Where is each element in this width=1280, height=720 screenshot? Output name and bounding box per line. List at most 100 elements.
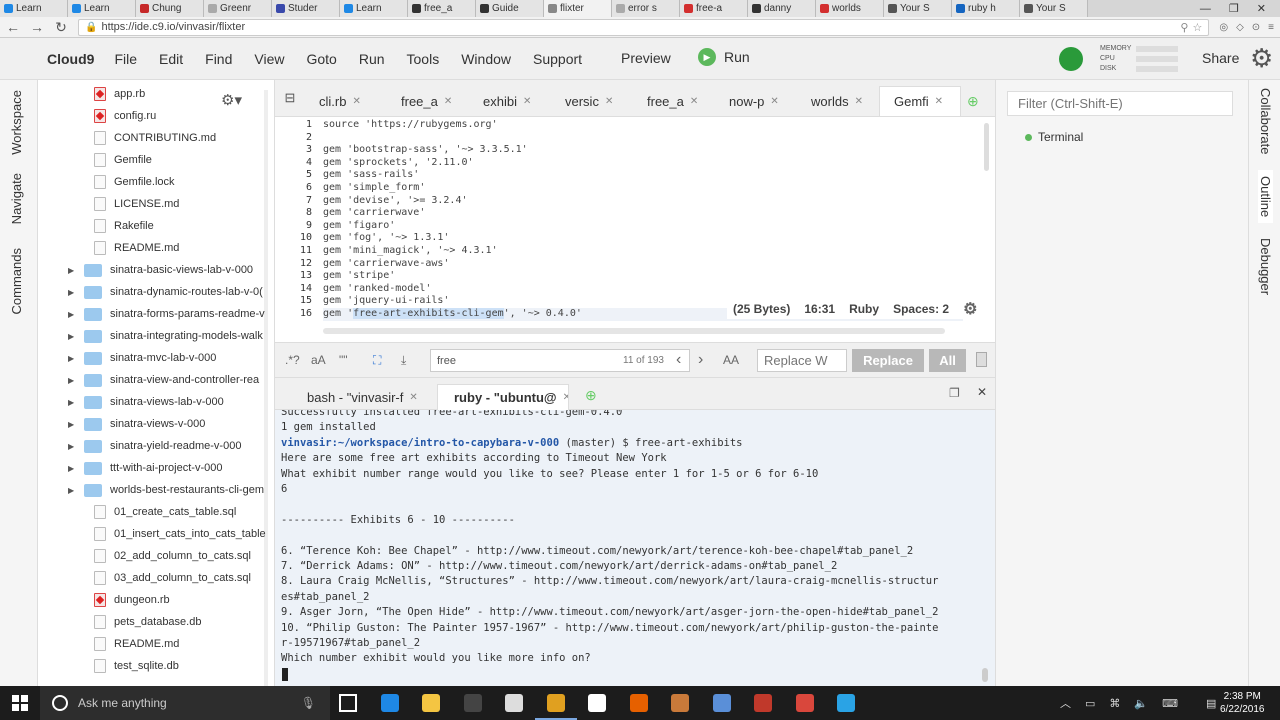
code-line[interactable]: gem 'devise', '>= 3.2.4' [323, 195, 963, 208]
tree-file[interactable]: pets_database.db [94, 611, 201, 633]
browser-tab[interactable]: ruby h [952, 0, 1020, 17]
outline-item-terminal[interactable]: Terminal [1025, 130, 1083, 144]
edge-icon[interactable] [380, 694, 399, 712]
tab-collaborate[interactable]: Collaborate [1258, 88, 1273, 155]
browser-tab[interactable]: Chung [136, 0, 204, 17]
code-line[interactable]: gem 'sprockets', '2.11.0' [323, 157, 963, 170]
extension-icon[interactable]: ◇ [1236, 22, 1244, 33]
find-previous-icon[interactable]: ‹ [676, 351, 681, 369]
cursor-position[interactable]: 16:31 [804, 302, 835, 316]
close-icon[interactable]: ✕ [444, 96, 452, 107]
expand-arrow-icon[interactable]: ▶ [68, 354, 76, 363]
menu-find[interactable]: Find [205, 51, 232, 67]
forward-icon[interactable]: → [30, 19, 44, 35]
tree-folder[interactable]: ▶ sinatra-basic-views-lab-v-000 [68, 259, 253, 281]
tree-folder[interactable]: ▶ sinatra-mvc-lab-v-000 [68, 347, 216, 369]
tree-folder[interactable]: ▶ sinatra-integrating-models-walk [68, 325, 263, 347]
tree-file[interactable]: 03_add_column_to_cats.sql [94, 567, 251, 589]
home-icon[interactable] [588, 694, 606, 712]
bookmark-star-icon[interactable]: ☆ [1192, 21, 1202, 34]
tab-workspace[interactable]: Workspace [9, 90, 24, 155]
network-icon[interactable] [712, 694, 731, 712]
expand-arrow-icon[interactable]: ▶ [68, 420, 76, 429]
menu-file[interactable]: File [114, 51, 137, 67]
editor-tab[interactable]: free_a ✕ [633, 86, 715, 116]
close-icon[interactable]: ✕ [605, 96, 613, 107]
resource-meters[interactable]: MEMORY CPU DISK [1100, 44, 1178, 74]
code-editor[interactable]: 1 2 3 4 5 6 7 8 9 10 11 12 13 14 15 16 source 'https://… [275, 117, 995, 342]
editor-tab[interactable]: now-p ✕ [715, 86, 797, 116]
firefox-icon[interactable] [629, 694, 648, 712]
browser-tab[interactable]: flixter [544, 0, 612, 17]
tree-file[interactable]: Gemfile.lock [94, 171, 175, 193]
code-line[interactable]: gem 'figaro' [323, 220, 963, 233]
preserve-case-toggle[interactable]: AA [723, 353, 739, 367]
reload-icon[interactable]: ↻ [54, 19, 68, 36]
expand-arrow-icon[interactable]: ▶ [68, 442, 76, 451]
menu-icon[interactable]: ≡ [1268, 22, 1274, 33]
tree-file[interactable]: 02_add_column_to_cats.sql [94, 545, 251, 567]
browser-tab[interactable]: free-a [680, 0, 748, 17]
code-line[interactable]: gem 'sass-rails' [323, 169, 963, 182]
back-icon[interactable]: ← [6, 19, 20, 35]
browser-tab[interactable]: worlds [816, 0, 884, 17]
app-brand[interactable]: Cloud9 [47, 51, 94, 67]
tab-bash-terminal[interactable]: bash - "vinvasir-f ✕ [291, 384, 423, 410]
task-view-icon[interactable] [339, 694, 357, 712]
skype-icon[interactable] [837, 694, 855, 712]
browser-tab[interactable]: error s [612, 0, 680, 17]
close-window-icon[interactable]: ✕ [1257, 2, 1266, 15]
settings-gear-icon[interactable]: ⚙ [1250, 45, 1273, 71]
network-icon[interactable]: ⌘ [1109, 697, 1120, 710]
maximize-panel-icon[interactable]: ❐ [949, 386, 960, 400]
expand-arrow-icon[interactable]: ▶ [68, 288, 76, 297]
tree-file[interactable]: Gemfile [94, 149, 152, 171]
indent-setting[interactable]: Spaces: 2 [893, 302, 949, 316]
menu-run[interactable]: Run [359, 51, 385, 67]
tab-ruby-terminal[interactable]: ruby - "ubuntu@ ✕ [437, 384, 569, 410]
editor-tab[interactable]: worlds ✕ [797, 86, 879, 116]
tree-file[interactable]: Rakefile [94, 215, 154, 237]
browser-tab[interactable]: free_a [408, 0, 476, 17]
tree-scrollbar[interactable] [264, 90, 268, 686]
tree-file[interactable]: LICENSE.md [94, 193, 179, 215]
store-icon[interactable] [505, 694, 523, 712]
code-line[interactable]: gem 'fog', '~> 1.3.1' [323, 232, 963, 245]
regex-toggle[interactable]: .*? [285, 353, 300, 367]
tree-folder[interactable]: ▶ sinatra-views-v-000 [68, 413, 205, 435]
taskbar-clock[interactable]: 2:38 PM 6/22/2016 [1220, 690, 1265, 716]
browser-tab[interactable]: Studer [272, 0, 340, 17]
tree-file[interactable]: README.md [94, 237, 179, 259]
mail-icon[interactable] [795, 694, 814, 712]
show-hidden-icons-icon[interactable]: ︿ [1060, 695, 1071, 711]
menu-goto[interactable]: Goto [306, 51, 336, 67]
menu-view[interactable]: View [254, 51, 284, 67]
editor-tab[interactable]: Gemfi ✕ [879, 86, 961, 116]
expand-arrow-icon[interactable]: ▶ [68, 332, 76, 341]
windows-start-icon[interactable] [12, 695, 28, 711]
close-panel-icon[interactable]: ✕ [977, 385, 987, 399]
address-bar[interactable]: 🔒 https://ide.c9.io/vinvasir/flixter ⚲ ☆ [78, 18, 1210, 36]
tab-outline[interactable]: Outline [1258, 170, 1273, 224]
volume-icon[interactable]: 🔈 [1134, 697, 1148, 710]
close-icon[interactable]: ✕ [352, 96, 360, 107]
browser-tab[interactable]: Your S [884, 0, 952, 17]
close-icon[interactable]: ✕ [855, 96, 863, 107]
close-icon[interactable]: ✕ [563, 392, 568, 403]
microphone-icon[interactable]: 🎙 [301, 696, 316, 710]
menu-support[interactable]: Support [533, 51, 582, 67]
expand-arrow-icon[interactable]: ▶ [68, 266, 76, 275]
extension-icon[interactable]: ◎ [1219, 22, 1228, 33]
browser-tab[interactable]: Learn [68, 0, 136, 17]
tree-folder[interactable]: ▶ ttt-with-ai-project-v-000 [68, 457, 222, 479]
tree-settings-gear-icon[interactable]: ⚙▾ [221, 91, 242, 109]
browser-tab[interactable]: Guide [476, 0, 544, 17]
close-icon[interactable]: ✕ [770, 96, 778, 107]
battery-icon[interactable]: ▭ [1085, 697, 1095, 710]
tree-folder[interactable]: ▶ worlds-best-restaurants-cli-gem [68, 479, 264, 501]
zoom-icon[interactable]: ⚲ [1180, 21, 1188, 34]
tree-folder[interactable]: ▶ sinatra-views-lab-v-000 [68, 391, 224, 413]
editor-vertical-scrollbar[interactable] [984, 123, 989, 171]
tab-menu-icon[interactable]: ⊟ [275, 79, 305, 116]
filter-input[interactable] [1007, 91, 1233, 116]
